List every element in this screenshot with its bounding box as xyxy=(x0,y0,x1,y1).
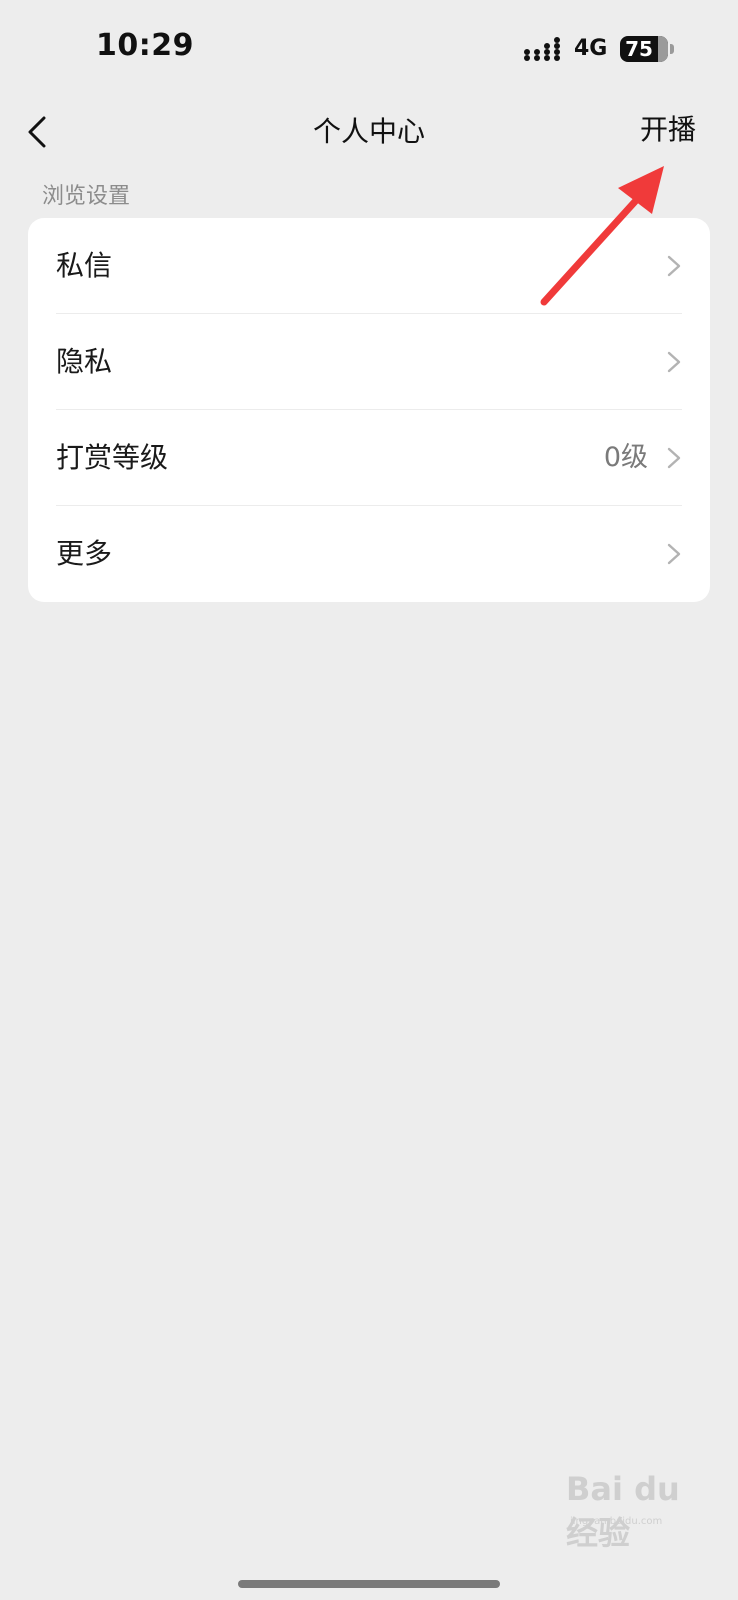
signal-strength-icon xyxy=(524,37,560,61)
nav-bar: 个人中心 开播 xyxy=(0,100,738,164)
chevron-right-icon xyxy=(667,351,681,373)
chevron-right-icon xyxy=(667,447,681,469)
status-time: 10:29 xyxy=(96,28,194,63)
settings-row-label: 隐私 xyxy=(56,345,113,378)
settings-row-label: 打赏等级 xyxy=(56,441,169,474)
section-header: 浏览设置 xyxy=(42,184,131,209)
network-type: 4G xyxy=(574,36,608,61)
settings-row-label: 私信 xyxy=(56,249,113,282)
status-bar: 10:29 4G 75 xyxy=(0,0,738,100)
baidu-watermark: Bai du 经验 jingyan.baidu.com xyxy=(566,1470,706,1552)
battery-tip xyxy=(670,44,674,54)
settings-row-tip-level[interactable]: 打赏等级 0级 xyxy=(28,410,710,506)
chevron-left-icon xyxy=(28,116,46,148)
settings-row-more[interactable]: 更多 xyxy=(28,506,710,602)
settings-row-privacy[interactable]: 隐私 xyxy=(28,314,710,410)
tip-level-value: 0级 xyxy=(603,442,648,473)
settings-row-label: 更多 xyxy=(56,537,113,570)
settings-row-messages[interactable]: 私信 xyxy=(28,218,710,314)
page-title: 个人中心 xyxy=(312,115,425,148)
settings-card: 私信 隐私 打赏等级 0级 更多 xyxy=(28,218,710,602)
battery-level: 75 xyxy=(625,37,653,61)
watermark-logo: Bai du 经验 xyxy=(566,1470,680,1552)
battery-icon: 75 xyxy=(620,36,668,62)
chevron-right-icon xyxy=(667,255,681,277)
watermark-url: jingyan.baidu.com xyxy=(570,1516,663,1527)
battery-empty-portion xyxy=(658,36,668,62)
start-live-button[interactable]: 开播 xyxy=(640,108,696,148)
home-indicator[interactable] xyxy=(238,1580,500,1588)
chevron-right-icon xyxy=(667,543,681,565)
back-button[interactable] xyxy=(18,104,74,160)
